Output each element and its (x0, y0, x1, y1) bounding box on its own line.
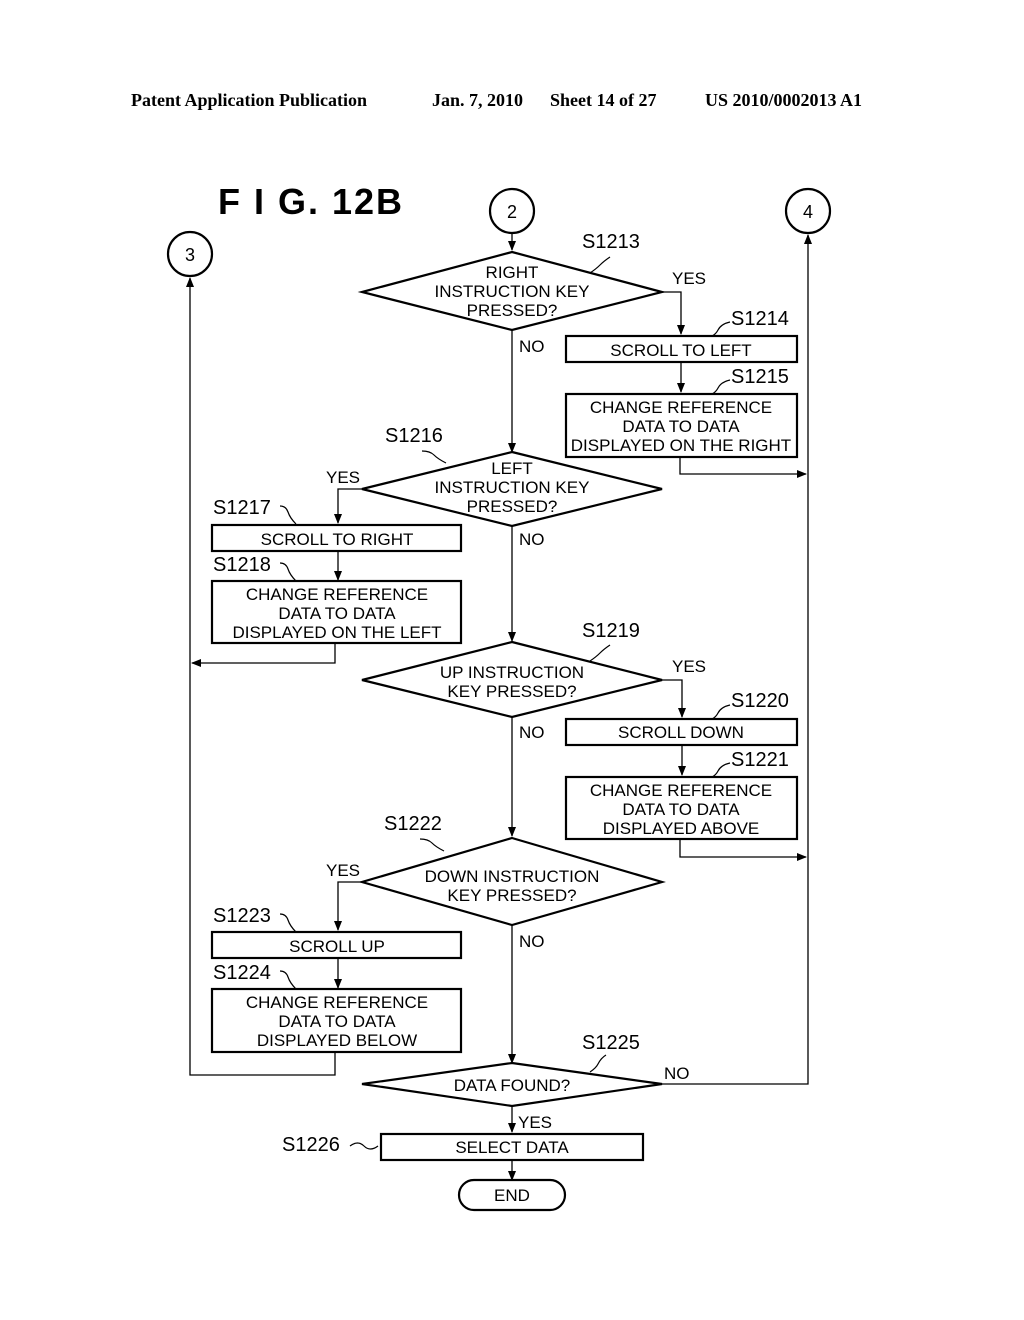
leader-line (711, 321, 731, 337)
step-text: SCROLL TO RIGHT (261, 530, 414, 549)
yes-label: YES (672, 657, 706, 676)
leader-line (589, 1054, 607, 1073)
end-label: END (494, 1186, 530, 1205)
no-label: NO (519, 932, 545, 951)
step-text: DISPLAYED BELOW (257, 1031, 417, 1050)
flowchart: F I G. 12B 2 3 4 RIGHT INSTRUCTION KEY P… (166, 181, 832, 1212)
step-text: INSTRUCTION KEY (435, 282, 590, 301)
yes-label: YES (518, 1113, 552, 1132)
leader-line (279, 913, 297, 933)
step-end: END (457, 1178, 567, 1212)
connector-3: 3 (166, 230, 214, 278)
step-text: INSTRUCTION KEY (435, 478, 590, 497)
step-text: KEY PRESSED? (447, 886, 576, 905)
leader-line (711, 762, 731, 778)
step-id: S1217 (213, 497, 271, 519)
step-id: S1224 (213, 962, 271, 984)
leader-line (421, 450, 447, 464)
step-id: S1218 (213, 554, 271, 576)
leader-line (589, 644, 611, 662)
step-text: DISPLAYED ON THE RIGHT (571, 436, 791, 455)
step-text: DOWN INSTRUCTION (425, 867, 600, 886)
step-text: DATA FOUND? (454, 1076, 571, 1095)
step-text: CHANGE REFERENCE (590, 781, 772, 800)
connector-4-label: 4 (803, 202, 813, 222)
flow-arrow (191, 643, 336, 667)
step-text: PRESSED? (467, 301, 558, 320)
step-id: S1220 (731, 690, 789, 712)
connector-3-label: 3 (185, 245, 195, 265)
step-s1223: SCROLL UP S1223 (210, 905, 463, 960)
step-text: SELECT DATA (455, 1138, 569, 1157)
leader-line (589, 256, 611, 274)
leader-line (419, 838, 445, 852)
leader-line (349, 1142, 379, 1150)
step-text: PRESSED? (467, 497, 558, 516)
step-id: S1214 (731, 308, 789, 330)
step-text: UP INSTRUCTION (440, 663, 584, 682)
step-id: S1225 (582, 1032, 640, 1054)
flow-arrow (679, 839, 807, 861)
flow-arrow (334, 488, 362, 524)
leader-line (279, 970, 297, 990)
leader-line (711, 379, 731, 395)
no-label: NO (519, 530, 545, 549)
step-text: SCROLL TO LEFT (610, 341, 751, 360)
step-text: DISPLAYED ABOVE (603, 819, 760, 838)
step-text: CHANGE REFERENCE (246, 993, 428, 1012)
step-id: S1219 (582, 620, 640, 642)
step-text: DISPLAYED ON THE LEFT (232, 623, 441, 642)
step-text: DATA TO DATA (278, 604, 396, 623)
step-text: RIGHT (486, 263, 539, 282)
step-text: DATA TO DATA (622, 417, 740, 436)
step-id: S1226 (282, 1134, 340, 1156)
step-id: S1223 (213, 905, 271, 927)
flow-arrow (662, 291, 685, 335)
step-id: S1216 (385, 425, 443, 447)
step-s1226: SELECT DATA S1226 (282, 1132, 645, 1162)
yes-label: YES (326, 468, 360, 487)
no-label: NO (519, 723, 545, 742)
step-text: CHANGE REFERENCE (590, 398, 772, 417)
step-text: CHANGE REFERENCE (246, 585, 428, 604)
step-text: DATA TO DATA (622, 800, 740, 819)
leader-line (279, 562, 297, 582)
step-text: KEY PRESSED? (447, 682, 576, 701)
step-id: S1221 (731, 749, 789, 771)
step-s1224: CHANGE REFERENCE DATA TO DATA DISPLAYED … (210, 962, 463, 1054)
step-id: S1213 (582, 231, 640, 253)
yes-label: YES (672, 269, 706, 288)
no-label: NO (664, 1064, 690, 1083)
flow-arrow (662, 679, 686, 718)
leader-line (279, 505, 297, 525)
step-s1218: CHANGE REFERENCE DATA TO DATA DISPLAYED … (210, 554, 463, 645)
figure-title: F I G. 12B (218, 181, 404, 222)
flow-arrow (334, 881, 362, 931)
step-text: LEFT (491, 459, 533, 478)
no-label: NO (519, 337, 545, 356)
connector-2: 2 (488, 187, 536, 235)
step-text: DATA TO DATA (278, 1012, 396, 1031)
flow-arrow (679, 457, 807, 478)
connector-4: 4 (784, 187, 832, 235)
step-id: S1215 (731, 366, 789, 388)
connector-2-label: 2 (507, 202, 517, 222)
step-text: SCROLL DOWN (618, 723, 744, 742)
yes-label: YES (326, 861, 360, 880)
leader-line (711, 704, 731, 720)
step-id: S1222 (384, 813, 442, 835)
step-text: SCROLL UP (289, 937, 385, 956)
